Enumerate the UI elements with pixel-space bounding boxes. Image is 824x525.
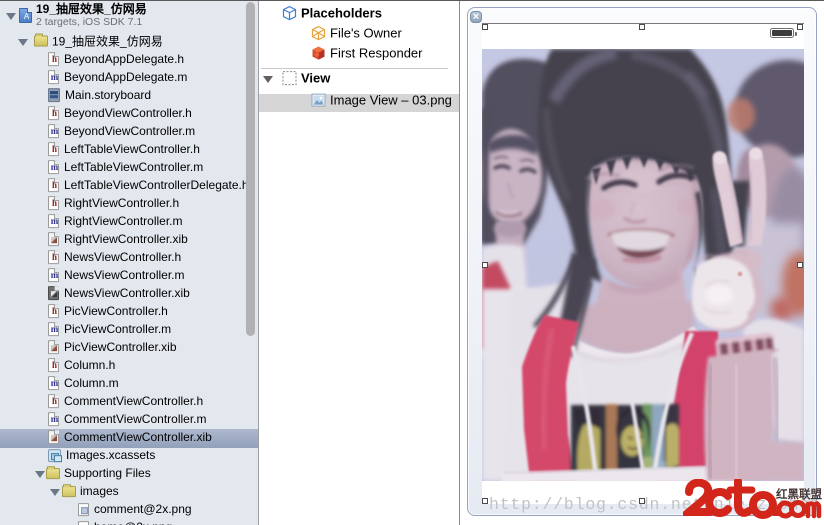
svg-text:红黑联盟: 红黑联盟 bbox=[776, 487, 822, 501]
